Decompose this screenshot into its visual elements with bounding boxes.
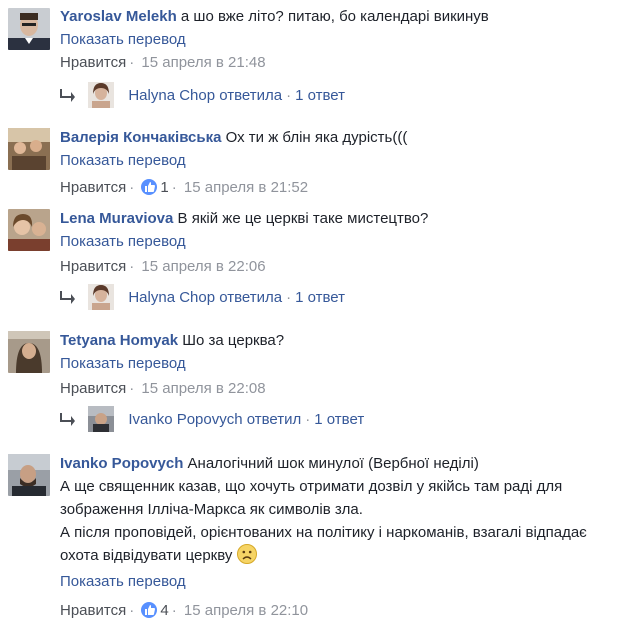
like-link[interactable]: Нравится bbox=[60, 54, 126, 71]
comment-text: Ivanko Popovych Аналогічний шок минулої … bbox=[60, 455, 479, 472]
like-link[interactable]: Нравится bbox=[60, 258, 126, 275]
reply-avatar bbox=[88, 284, 115, 310]
comment-text: Lena Muraviova В якій же це церкві таке … bbox=[60, 210, 429, 227]
show-translation-link[interactable]: Показать перевод bbox=[60, 570, 616, 593]
thumbs-up-icon[interactable] bbox=[141, 179, 158, 195]
reply-arrow-icon bbox=[60, 413, 75, 426]
comment-meta: Нравится · 1 · 15 апреля в 21:52 bbox=[60, 179, 309, 196]
avatar[interactable] bbox=[8, 128, 50, 170]
reply-arrow-icon bbox=[60, 89, 75, 102]
comment-text: Tetyana Homyak Шо за церква? bbox=[60, 332, 285, 349]
comment-timestamp[interactable]: 15 апреля в 21:48 bbox=[141, 54, 265, 71]
comment-text-line: А ще священник казав, що хочуть отримати… bbox=[60, 478, 563, 495]
reply-author[interactable]: Ivanko Popovych ответил bbox=[128, 411, 301, 428]
reply-avatar bbox=[88, 406, 115, 432]
show-translation-link[interactable]: Показать перевод bbox=[60, 230, 616, 253]
show-translation-link[interactable]: Показать перевод bbox=[60, 149, 616, 172]
comment-text: Yaroslav Melekh а шо вже літо? питаю, бо… bbox=[60, 8, 489, 25]
comment-text-line: зображення Ілліча-Маркса як символів зла… bbox=[60, 501, 363, 518]
reply-author[interactable]: Halyna Chop ответила bbox=[128, 87, 282, 104]
comment-timestamp[interactable]: 15 апреля в 21:52 bbox=[184, 179, 308, 196]
reply-summary[interactable]: Halyna Chop ответила · 1 ответ bbox=[60, 82, 345, 108]
show-translation-link[interactable]: Показать перевод bbox=[60, 28, 616, 51]
like-count[interactable]: 1 bbox=[160, 179, 168, 196]
avatar[interactable] bbox=[8, 8, 50, 50]
comment-author[interactable]: Tetyana Homyak bbox=[60, 332, 178, 349]
thumbs-up-icon[interactable] bbox=[141, 602, 158, 618]
sad-face-icon bbox=[236, 544, 257, 564]
comment-meta: Нравится · 4 · 15 апреля в 22:10 bbox=[60, 602, 309, 619]
reply-avatar bbox=[88, 82, 115, 108]
comment-author[interactable]: Yaroslav Melekh bbox=[60, 8, 177, 25]
show-translation-link[interactable]: Показать перевод bbox=[60, 352, 616, 375]
like-link[interactable]: Нравится bbox=[60, 602, 126, 619]
reply-count[interactable]: 1 ответ bbox=[295, 289, 345, 306]
comment-author[interactable]: Ivanko Popovych bbox=[60, 455, 183, 472]
reply-summary[interactable]: Halyna Chop ответила · 1 ответ bbox=[60, 284, 345, 310]
like-link[interactable]: Нравится bbox=[60, 179, 126, 196]
avatar[interactable] bbox=[8, 454, 50, 496]
comment-meta: Нравится · 15 апреля в 21:48 bbox=[60, 54, 266, 71]
like-link[interactable]: Нравится bbox=[60, 380, 126, 397]
comment-text: Валерія Кончаківська Ох ти ж блін яка ду… bbox=[60, 129, 408, 146]
reply-count[interactable]: 1 ответ bbox=[295, 87, 345, 104]
comment-timestamp[interactable]: 15 апреля в 22:08 bbox=[141, 380, 265, 397]
comment-meta: Нравится · 15 апреля в 22:08 bbox=[60, 380, 266, 397]
reply-arrow-icon bbox=[60, 291, 75, 304]
comment-author[interactable]: Lena Muraviova bbox=[60, 210, 173, 227]
avatar[interactable] bbox=[8, 209, 50, 251]
comment-author[interactable]: Валерія Кончаківська bbox=[60, 129, 221, 146]
comment-text-line: охота відвідувати церкву bbox=[60, 544, 616, 570]
reply-count[interactable]: 1 ответ bbox=[314, 411, 364, 428]
comment-text-line: А після проповідей, орієнтованих на полі… bbox=[60, 524, 587, 541]
comment-timestamp[interactable]: 15 апреля в 22:10 bbox=[184, 602, 308, 619]
like-count[interactable]: 4 bbox=[160, 602, 168, 619]
comment-meta: Нравится · 15 апреля в 22:06 bbox=[60, 258, 266, 275]
comment-timestamp[interactable]: 15 апреля в 22:06 bbox=[141, 258, 265, 275]
avatar[interactable] bbox=[8, 331, 50, 373]
reply-author[interactable]: Halyna Chop ответила bbox=[128, 289, 282, 306]
reply-summary[interactable]: Ivanko Popovych ответил · 1 ответ bbox=[60, 406, 364, 432]
